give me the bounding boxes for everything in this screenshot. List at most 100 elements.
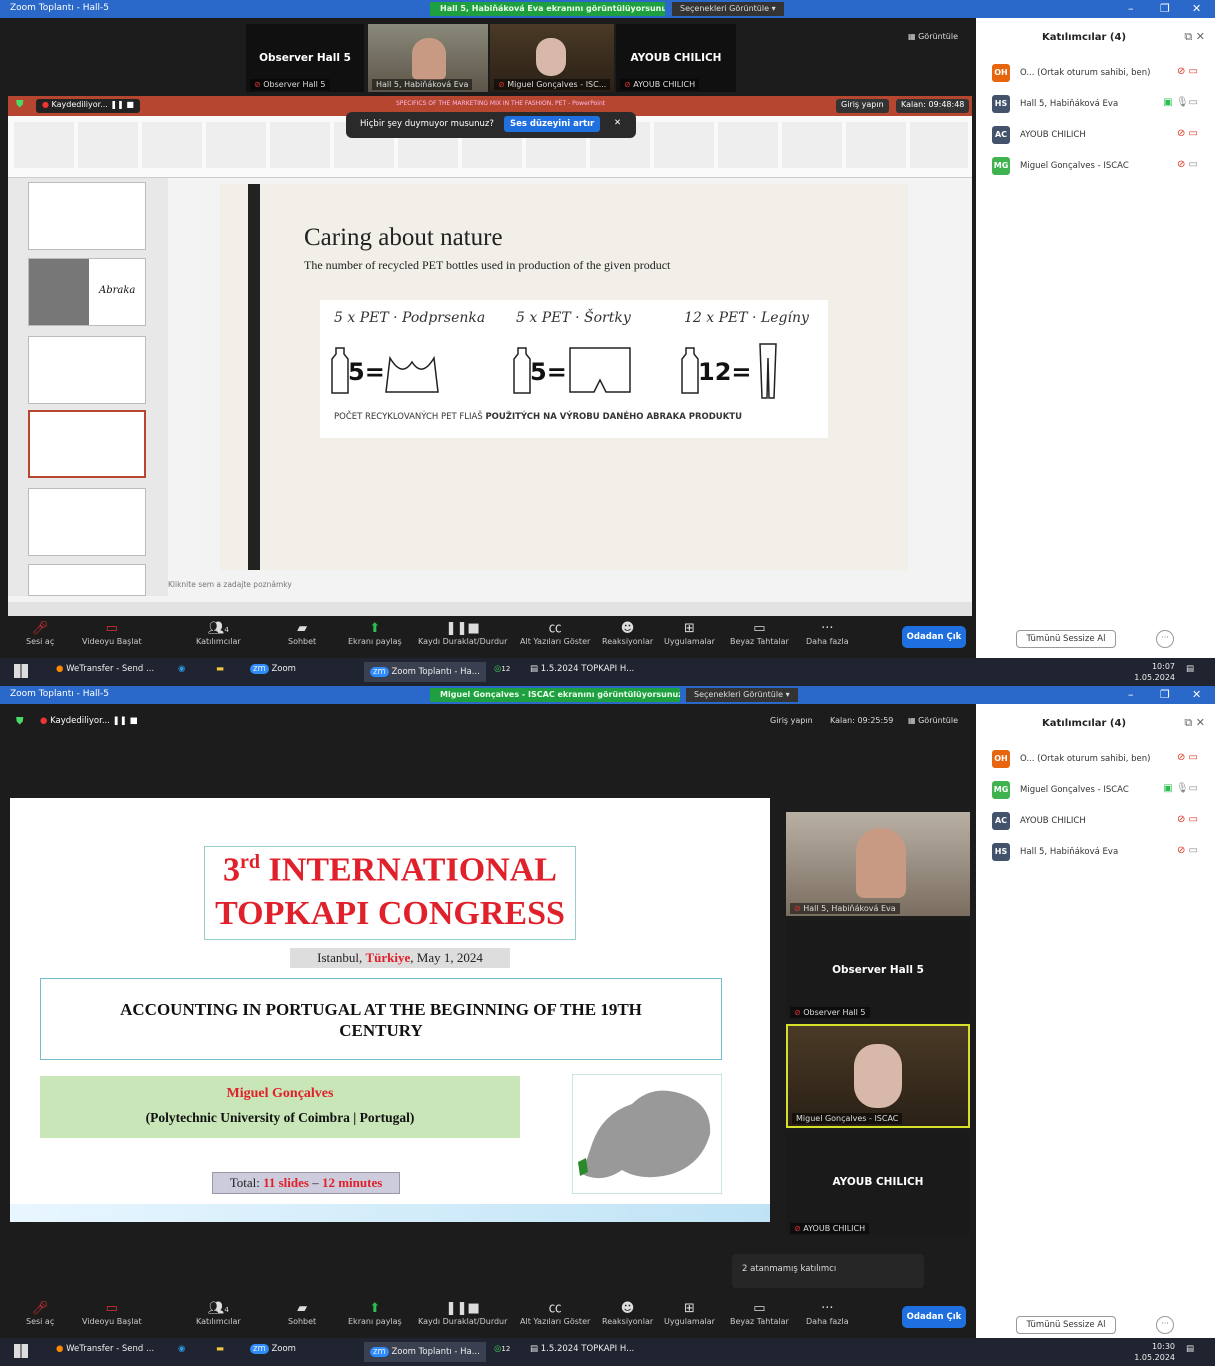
whiteboard-button[interactable]: ▭ Beyaz Tahtalar [730,620,789,646]
restore-icon[interactable]: ❐ [1160,2,1170,15]
signin-button[interactable]: Giriş yapın [770,716,813,725]
more-icon[interactable]: ··· [1156,1316,1174,1334]
participants-button[interactable]: 👥︎4 Katılımcılar [196,1300,241,1326]
muted-icon[interactable]: ⊘ ▭ [1177,159,1198,170]
taskbar-firefox[interactable]: ● WeTransfer - Send ... [56,664,154,674]
increase-volume-button[interactable]: Ses düzeyini artır [504,116,601,132]
more-button[interactable]: ··· Daha fazla [806,1300,849,1326]
slide-thumbnail[interactable]: Abraka [28,258,146,326]
record-button[interactable]: ❚❚■ Kaydı Duraklat/Durdur [418,1300,507,1326]
whatsapp-icon[interactable]: ◎12 [494,664,510,674]
folder-icon[interactable]: ▬ [216,664,224,674]
slide-thumbnail-selected[interactable] [28,410,146,478]
paper-title: ACCOUNTING IN PORTUGAL AT THE BEGINNING … [120,1000,642,1040]
apps-button[interactable]: ⊞ Uygulamalar [664,620,715,646]
participant-row[interactable]: HS Hall 5, Habiňáková Eva ▣ 🎙▭ [992,95,1202,115]
leave-button[interactable]: Odadan Çık [902,1306,966,1328]
recording-indicator[interactable]: ● Kaydediliyor... ❚❚ ■ [40,716,138,726]
taskbar-zoom[interactable]: zm Zoom [250,1344,296,1354]
reactions-button[interactable]: ☻ Reaksiyonlar [602,620,653,646]
taskbar-file[interactable]: ▤ 1.5.2024 TOPKAPI H... [530,1344,634,1354]
notifications-icon[interactable]: ▤ [1186,664,1194,674]
folder-icon[interactable]: ▬ [216,1344,224,1354]
muted-icon[interactable]: ⊘ ▭ [1177,66,1198,77]
muted-icon[interactable]: ⊘ ▭ [1177,752,1198,763]
video-tile-miguel-active[interactable]: Miguel Gonçalves - ISCAC [786,1024,970,1128]
chat-button[interactable]: ▰ Sohbet [288,620,316,646]
windows-start-icon[interactable] [14,664,28,678]
slide-thumbnails[interactable]: Abraka [8,178,168,596]
video-tile-miguel[interactable]: ⊘ Miguel Gonçalves - ISC... [490,24,614,92]
video-tile-observer[interactable]: Observer Hall 5 ⊘ Observer Hall 5 [786,920,970,1020]
more-icon[interactable]: ··· [1156,630,1174,648]
chat-button[interactable]: ▰ Sohbet [288,1300,316,1326]
popout-icon[interactable]: ⧉ ✕ [1184,30,1205,44]
signin-button[interactable]: Giriş yapın [836,99,889,113]
reactions-button[interactable]: ☻ Reaksiyonlar [602,1300,653,1326]
close-icon[interactable]: ✕ [1192,2,1201,15]
participant-row[interactable]: OH O... (Ortak oturum sahibi, ben) ⊘ ▭ [992,64,1202,84]
video-tile-eva[interactable]: Hall 5, Habiňáková Eva [368,24,488,92]
start-video-button[interactable]: ▭ Videoyu Başlat [82,620,142,646]
view-options-button[interactable]: Seçenekleri Görüntüle ▾ [672,2,784,16]
video-tile-ayoub[interactable]: AYOUB CHILICH ⊘ AYOUB CHILICH [616,24,736,92]
unassigned-participants[interactable]: 2 atanmamış katılımcı [732,1254,924,1288]
slide-thumbnail[interactable] [28,488,146,556]
video-tile-observer[interactable]: Observer Hall 5 ⊘ Observer Hall 5 [246,24,364,92]
taskbar-firefox[interactable]: ● WeTransfer - Send ... [56,1344,154,1354]
video-tile-ayoub[interactable]: AYOUB CHILICH ⊘ AYOUB CHILICH [786,1132,970,1236]
close-icon[interactable]: ✕ [614,118,621,128]
slide-thumbnail[interactable] [28,182,146,250]
view-options-button[interactable]: Seçenekleri Görüntüle ▾ [686,688,798,702]
more-button[interactable]: ··· Daha fazla [806,620,849,646]
view-button[interactable]: ▦ Görüntüle [908,32,958,41]
edge-icon[interactable]: ◉ [178,664,185,674]
mute-all-button[interactable]: Tümünü Sessize Al [1016,630,1116,648]
share-screen-button[interactable]: ⬆ Ekranı paylaş [348,1300,402,1326]
sharing-icon[interactable]: ▣ 🎙▭ [1163,97,1198,108]
share-screen-button[interactable]: ⬆ Ekranı paylaş [348,620,402,646]
notifications-icon[interactable]: ▤ [1186,1344,1194,1354]
close-icon[interactable]: ✕ [1192,688,1201,701]
view-button[interactable]: ▦ Görüntüle [908,716,958,725]
muted-icon[interactable]: ⊘ ▭ [1177,128,1198,139]
unmute-button[interactable]: 🎤︎ Sesi aç [26,620,54,646]
sharing-icon[interactable]: ▣ 🎙▭ [1163,783,1198,794]
participant-row[interactable]: MG Miguel Gonçalves - ISCAC ▣ 🎙▭ [992,781,1202,801]
popout-icon[interactable]: ⧉ ✕ [1184,716,1205,730]
slide-thumbnail[interactable] [28,336,146,404]
participant-row[interactable]: OH O... (Ortak oturum sahibi, ben) ⊘ ▭ [992,750,1202,770]
participant-row[interactable]: AC AYOUB CHILICH ⊘ ▭ [992,812,1202,832]
participant-row[interactable]: AC AYOUB CHILICH ⊘ ▭ [992,126,1202,146]
system-clock[interactable]: 10:30 1.05.2024 [1134,1341,1175,1363]
restore-icon[interactable]: ❐ [1160,688,1170,701]
taskbar-zoom-meeting[interactable]: zm Zoom Toplantı - Ha... [364,1342,486,1362]
muted-icon[interactable]: ⊘ ▭ [1177,845,1198,856]
slide-thumbnail[interactable] [28,564,146,596]
taskbar-zoom[interactable]: zm Zoom [250,664,296,674]
edge-icon[interactable]: ◉ [178,1344,185,1354]
recording-indicator[interactable]: ● Kaydediliyor... ❚❚ ■ [36,99,140,113]
whiteboard-button[interactable]: ▭ Beyaz Tahtalar [730,1300,789,1326]
windows-start-icon[interactable] [14,1344,28,1358]
leave-button[interactable]: Odadan Çık [902,626,966,648]
system-clock[interactable]: 10:07 1.05.2024 [1134,661,1175,683]
taskbar-zoom-meeting[interactable]: zm Zoom Toplantı - Ha... [364,662,486,682]
participants-button[interactable]: 👥︎4 Katılımcılar [196,620,241,646]
apps-button[interactable]: ⊞ Uygulamalar [664,1300,715,1326]
whatsapp-icon[interactable]: ◎12 [494,1344,510,1354]
taskbar-file[interactable]: ▤ 1.5.2024 TOPKAPI H... [530,664,634,674]
record-button[interactable]: ❚❚■ Kaydı Duraklat/Durdur [418,620,507,646]
notes-placeholder[interactable]: Kliknite sem a zadajte poznámky [168,580,292,589]
captions-button[interactable]: ㏄ Alt Yazıları Göster [520,1300,590,1326]
start-video-button[interactable]: ▭ Videoyu Başlat [82,1300,142,1326]
mute-all-button[interactable]: Tümünü Sessize Al [1016,1316,1116,1334]
participant-row[interactable]: MG Miguel Gonçalves - ISCAC ⊘ ▭ [992,157,1202,177]
captions-button[interactable]: ㏄ Alt Yazıları Göster [520,620,590,646]
minimize-icon[interactable]: – [1128,688,1134,701]
video-tile-eva[interactable]: ⊘ Hall 5, Habiňáková Eva [786,812,970,916]
minimize-icon[interactable]: – [1128,2,1134,15]
muted-icon[interactable]: ⊘ ▭ [1177,814,1198,825]
unmute-button[interactable]: 🎤︎ Sesi aç [26,1300,54,1326]
participant-row[interactable]: HS Hall 5, Habiňáková Eva ⊘ ▭ [992,843,1202,863]
